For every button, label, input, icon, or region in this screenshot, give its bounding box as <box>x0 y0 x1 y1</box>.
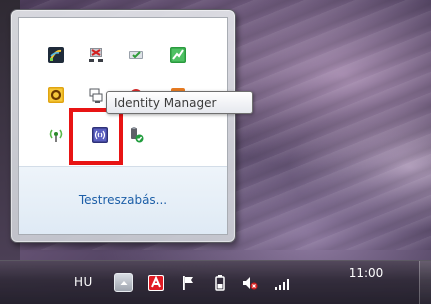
language-indicator[interactable]: HU <box>74 275 93 289</box>
notification-overflow-popup: Testreszabás... <box>10 9 236 243</box>
network-device-icon[interactable] <box>85 84 107 106</box>
customize-link[interactable]: Testreszabás... <box>79 193 167 207</box>
highlight-annotation <box>69 108 123 165</box>
wifi-signal-app-icon[interactable] <box>45 44 67 66</box>
green-chart-icon[interactable] <box>167 44 189 66</box>
network-disconnected-icon[interactable] <box>85 44 107 66</box>
sync-check-icon[interactable] <box>125 44 147 66</box>
safely-remove-hardware-icon[interactable] <box>125 124 147 146</box>
volume-muted-icon[interactable] <box>240 273 260 293</box>
tooltip: Identity Manager <box>106 91 253 114</box>
clock[interactable]: 11:00 <box>338 266 394 288</box>
battery-icon[interactable] <box>210 273 230 293</box>
notification-popup-footer: Testreszabás... <box>19 166 227 234</box>
chevron-up-icon <box>120 280 127 285</box>
avira-icon[interactable] <box>146 273 166 293</box>
action-center-flag-icon[interactable] <box>178 273 198 293</box>
show-desktop-button[interactable] <box>419 261 431 304</box>
notification-overflow-panel: Testreszabás... <box>18 17 228 235</box>
network-signal-icon[interactable] <box>272 273 292 293</box>
show-hidden-icons-button[interactable] <box>114 273 133 292</box>
wireless-antenna-icon[interactable] <box>45 124 67 146</box>
taskbar: HU 11:00 <box>0 260 431 304</box>
yellow-o-icon[interactable] <box>45 84 67 106</box>
